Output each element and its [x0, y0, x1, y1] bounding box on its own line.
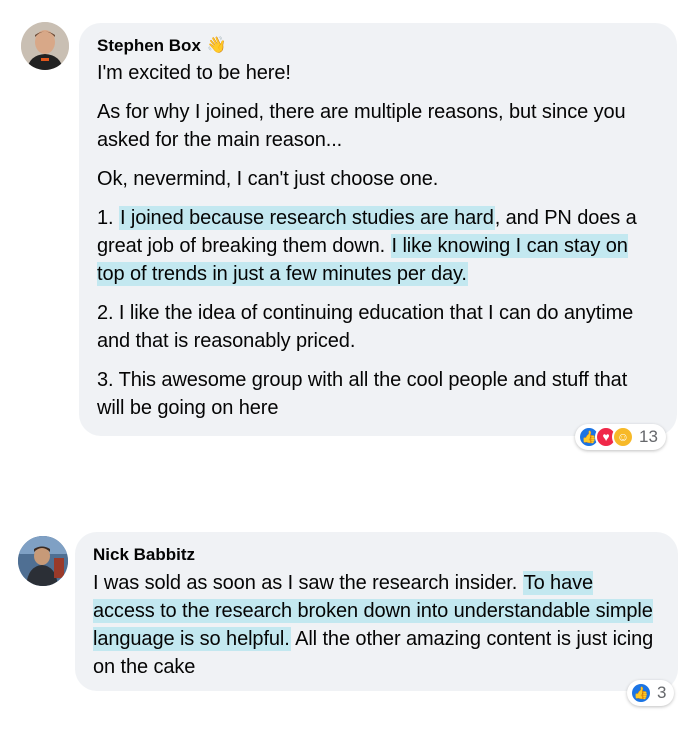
- avatar[interactable]: [21, 22, 69, 70]
- waving-hand-icon: 👋: [206, 37, 227, 54]
- like-icon: 👍: [630, 682, 652, 704]
- comment-author: Nick Babbitz: [93, 544, 660, 566]
- comment-author: Stephen Box 👋: [97, 35, 659, 57]
- comment-text: I'm excited to be here!: [97, 62, 291, 84]
- comment-body: I'm excited to be here! As for why I join…: [97, 59, 659, 422]
- comment-text: 3. This awesome group with all the cool …: [97, 369, 628, 419]
- reaction-count: 13: [639, 427, 658, 446]
- comment-paragraph: 2. I like the idea of continuing educati…: [97, 299, 659, 355]
- comment-paragraph: I'm excited to be here!: [97, 59, 659, 87]
- reaction-count: 3: [657, 683, 667, 702]
- comment-paragraph: 3. This awesome group with all the cool …: [97, 366, 659, 422]
- avatar-photo-nick: [18, 536, 68, 586]
- comment-text: As for why I joined, there are multiple …: [97, 101, 626, 151]
- comment-text: Ok, nevermind, I can't just choose one.: [97, 168, 439, 190]
- comment-paragraph: As for why I joined, there are multiple …: [97, 98, 659, 154]
- comment-bubble: Stephen Box 👋 I'm excited to be here! As …: [79, 23, 677, 436]
- avatar-photo-stephen: [21, 22, 69, 70]
- author-name[interactable]: Stephen Box: [97, 35, 201, 57]
- comment-paragraph: Ok, nevermind, I can't just choose one.: [97, 165, 659, 193]
- comment-text: 1.: [97, 207, 119, 229]
- reaction-summary[interactable]: 👍 3: [627, 680, 675, 706]
- comment-text: I was sold as soon as I saw the research…: [93, 572, 523, 594]
- comment-paragraph: I was sold as soon as I saw the research…: [93, 569, 660, 681]
- comment-text: 2. I like the idea of continuing educati…: [97, 302, 634, 352]
- highlighted-text: I joined because research studies are ha…: [118, 206, 495, 230]
- avatar[interactable]: [18, 536, 68, 586]
- comment-paragraph: 1. I joined because research studies are…: [97, 204, 659, 288]
- comment-body: I was sold as soon as I saw the research…: [93, 569, 660, 681]
- comment-bubble: Nick Babbitz I was sold as soon as I saw…: [75, 532, 678, 691]
- care-icon: ☺: [612, 426, 634, 448]
- reaction-summary[interactable]: 👍 ♥ ☺ 13: [575, 424, 666, 450]
- author-name[interactable]: Nick Babbitz: [93, 544, 195, 566]
